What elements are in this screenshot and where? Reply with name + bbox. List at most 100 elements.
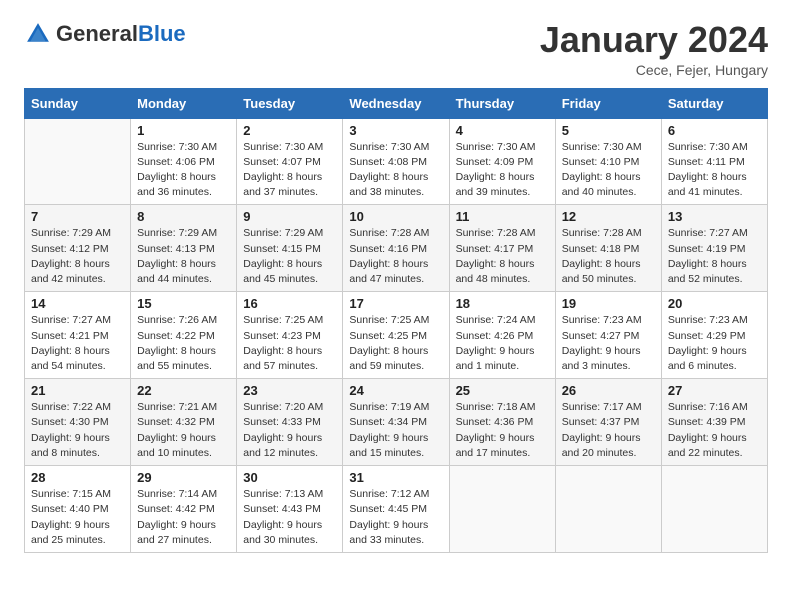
- calendar-cell: 19Sunrise: 7:23 AMSunset: 4:27 PMDayligh…: [555, 292, 661, 379]
- day-info: Sunrise: 7:24 AMSunset: 4:26 PMDaylight:…: [456, 313, 549, 374]
- calendar-week-row: 28 Sunrise: 7:15 AMSunset: 4:40 PMDayligh…: [25, 466, 768, 553]
- calendar-cell: 27Sunrise: 7:16 AMSunset: 4:39 PMDayligh…: [661, 379, 767, 466]
- day-info: Sunrise: 7:30 AMSunset: 4:07 PMDaylight:…: [243, 140, 336, 201]
- day-info: Sunrise: 7:30 AMSunset: 4:08 PMDaylight:…: [349, 140, 442, 201]
- calendar-cell: [25, 118, 131, 205]
- day-number: 6: [668, 123, 761, 138]
- day-number: 21: [31, 383, 124, 398]
- day-info: Sunrise: 7:12 AMSunset: 4:45 PMDaylight:…: [349, 487, 442, 548]
- day-info: Sunrise: 7:21 AMSunset: 4:32 PMDaylight:…: [137, 400, 230, 461]
- calendar-cell: 30Sunrise: 7:13 AMSunset: 4:43 PMDayligh…: [237, 466, 343, 553]
- calendar-cell: [661, 466, 767, 553]
- day-number: 17: [349, 296, 442, 311]
- day-info: Sunrise: 7:19 AMSunset: 4:34 PMDaylight:…: [349, 400, 442, 461]
- calendar-week-row: 14 Sunrise: 7:27 AMSunset: 4:21 PMDayligh…: [25, 292, 768, 379]
- calendar-cell: 4 Sunrise: 7:30 AMSunset: 4:09 PMDaylight…: [449, 118, 555, 205]
- day-number: 13: [668, 209, 761, 224]
- day-info: Sunrise: 7:29 AMSunset: 4:13 PMDaylight:…: [137, 226, 230, 287]
- day-info: Sunrise: 7:14 AMSunset: 4:42 PMDaylight:…: [137, 487, 230, 548]
- day-info: Sunrise: 7:28 AMSunset: 4:17 PMDaylight:…: [456, 226, 549, 287]
- calendar-body: 1 Sunrise: 7:30 AMSunset: 4:06 PMDaylight…: [25, 118, 768, 552]
- day-number: 5: [562, 123, 655, 138]
- day-info: Sunrise: 7:29 AMSunset: 4:15 PMDaylight:…: [243, 226, 336, 287]
- calendar-cell: 20 Sunrise: 7:23 AMSunset: 4:29 PMDayligh…: [661, 292, 767, 379]
- calendar-cell: 14 Sunrise: 7:27 AMSunset: 4:21 PMDayligh…: [25, 292, 131, 379]
- day-of-week-header: Monday: [131, 88, 237, 118]
- calendar-week-row: 1 Sunrise: 7:30 AMSunset: 4:06 PMDaylight…: [25, 118, 768, 205]
- day-number: 16: [243, 296, 336, 311]
- calendar-cell: 11 Sunrise: 7:28 AMSunset: 4:17 PMDayligh…: [449, 205, 555, 292]
- day-number: 9: [243, 209, 336, 224]
- calendar-week-row: 21 Sunrise: 7:22 AMSunset: 4:30 PMDayligh…: [25, 379, 768, 466]
- page-header: GeneralBlue January 2024 Cece, Fejer, Hu…: [24, 20, 768, 78]
- day-info: Sunrise: 7:28 AMSunset: 4:16 PMDaylight:…: [349, 226, 442, 287]
- day-number: 7: [31, 209, 124, 224]
- calendar-cell: [449, 466, 555, 553]
- day-info: Sunrise: 7:30 AMSunset: 4:11 PMDaylight:…: [668, 140, 761, 201]
- calendar-cell: 1 Sunrise: 7:30 AMSunset: 4:06 PMDaylight…: [131, 118, 237, 205]
- day-of-week-header: Thursday: [449, 88, 555, 118]
- day-info: Sunrise: 7:29 AMSunset: 4:12 PMDaylight:…: [31, 226, 124, 287]
- calendar-cell: 17 Sunrise: 7:25 AMSunset: 4:25 PMDayligh…: [343, 292, 449, 379]
- day-number: 28: [31, 470, 124, 485]
- day-number: 1: [137, 123, 230, 138]
- day-number: 11: [456, 209, 549, 224]
- day-number: 4: [456, 123, 549, 138]
- day-info: Sunrise: 7:27 AMSunset: 4:19 PMDaylight:…: [668, 226, 761, 287]
- calendar-cell: 8Sunrise: 7:29 AMSunset: 4:13 PMDaylight…: [131, 205, 237, 292]
- calendar-cell: 24 Sunrise: 7:19 AMSunset: 4:34 PMDayligh…: [343, 379, 449, 466]
- day-info: Sunrise: 7:23 AMSunset: 4:29 PMDaylight:…: [668, 313, 761, 374]
- day-info: Sunrise: 7:22 AMSunset: 4:30 PMDaylight:…: [31, 400, 124, 461]
- day-info: Sunrise: 7:30 AMSunset: 4:09 PMDaylight:…: [456, 140, 549, 201]
- day-info: Sunrise: 7:25 AMSunset: 4:25 PMDaylight:…: [349, 313, 442, 374]
- calendar-cell: 13 Sunrise: 7:27 AMSunset: 4:19 PMDayligh…: [661, 205, 767, 292]
- day-of-week-header: Saturday: [661, 88, 767, 118]
- day-info: Sunrise: 7:30 AMSunset: 4:10 PMDaylight:…: [562, 140, 655, 201]
- day-number: 25: [456, 383, 549, 398]
- days-of-week-row: SundayMondayTuesdayWednesdayThursdayFrid…: [25, 88, 768, 118]
- day-info: Sunrise: 7:25 AMSunset: 4:23 PMDaylight:…: [243, 313, 336, 374]
- day-of-week-header: Tuesday: [237, 88, 343, 118]
- calendar-cell: 12 Sunrise: 7:28 AMSunset: 4:18 PMDayligh…: [555, 205, 661, 292]
- calendar-cell: 16 Sunrise: 7:25 AMSunset: 4:23 PMDayligh…: [237, 292, 343, 379]
- day-number: 2: [243, 123, 336, 138]
- day-number: 14: [31, 296, 124, 311]
- day-number: 15: [137, 296, 230, 311]
- day-info: Sunrise: 7:30 AMSunset: 4:06 PMDaylight:…: [137, 140, 230, 201]
- day-info: Sunrise: 7:16 AMSunset: 4:39 PMDaylight:…: [668, 400, 761, 461]
- calendar-cell: 6 Sunrise: 7:30 AMSunset: 4:11 PMDaylight…: [661, 118, 767, 205]
- calendar-cell: 22Sunrise: 7:21 AMSunset: 4:32 PMDayligh…: [131, 379, 237, 466]
- logo-icon: [24, 20, 52, 48]
- calendar-table: SundayMondayTuesdayWednesdayThursdayFrid…: [24, 88, 768, 553]
- logo: GeneralBlue: [24, 20, 186, 48]
- day-info: Sunrise: 7:27 AMSunset: 4:21 PMDaylight:…: [31, 313, 124, 374]
- day-number: 12: [562, 209, 655, 224]
- calendar-cell: 23Sunrise: 7:20 AMSunset: 4:33 PMDayligh…: [237, 379, 343, 466]
- day-number: 24: [349, 383, 442, 398]
- day-info: Sunrise: 7:17 AMSunset: 4:37 PMDaylight:…: [562, 400, 655, 461]
- day-of-week-header: Sunday: [25, 88, 131, 118]
- calendar-cell: 2 Sunrise: 7:30 AMSunset: 4:07 PMDaylight…: [237, 118, 343, 205]
- calendar-cell: 3 Sunrise: 7:30 AMSunset: 4:08 PMDaylight…: [343, 118, 449, 205]
- day-info: Sunrise: 7:18 AMSunset: 4:36 PMDaylight:…: [456, 400, 549, 461]
- logo-text: GeneralBlue: [56, 21, 186, 47]
- day-number: 18: [456, 296, 549, 311]
- calendar-cell: 25 Sunrise: 7:18 AMSunset: 4:36 PMDayligh…: [449, 379, 555, 466]
- calendar-week-row: 7 Sunrise: 7:29 AMSunset: 4:12 PMDaylight…: [25, 205, 768, 292]
- day-number: 20: [668, 296, 761, 311]
- day-number: 19: [562, 296, 655, 311]
- day-info: Sunrise: 7:28 AMSunset: 4:18 PMDaylight:…: [562, 226, 655, 287]
- day-number: 23: [243, 383, 336, 398]
- day-number: 29: [137, 470, 230, 485]
- main-title: January 2024: [540, 20, 768, 60]
- calendar-cell: 29 Sunrise: 7:14 AMSunset: 4:42 PMDayligh…: [131, 466, 237, 553]
- calendar-cell: 7 Sunrise: 7:29 AMSunset: 4:12 PMDaylight…: [25, 205, 131, 292]
- day-info: Sunrise: 7:15 AMSunset: 4:40 PMDaylight:…: [31, 487, 124, 548]
- calendar-cell: [555, 466, 661, 553]
- day-info: Sunrise: 7:13 AMSunset: 4:43 PMDaylight:…: [243, 487, 336, 548]
- title-block: January 2024 Cece, Fejer, Hungary: [540, 20, 768, 78]
- day-info: Sunrise: 7:26 AMSunset: 4:22 PMDaylight:…: [137, 313, 230, 374]
- day-number: 3: [349, 123, 442, 138]
- calendar-cell: 28 Sunrise: 7:15 AMSunset: 4:40 PMDayligh…: [25, 466, 131, 553]
- calendar-cell: 26Sunrise: 7:17 AMSunset: 4:37 PMDayligh…: [555, 379, 661, 466]
